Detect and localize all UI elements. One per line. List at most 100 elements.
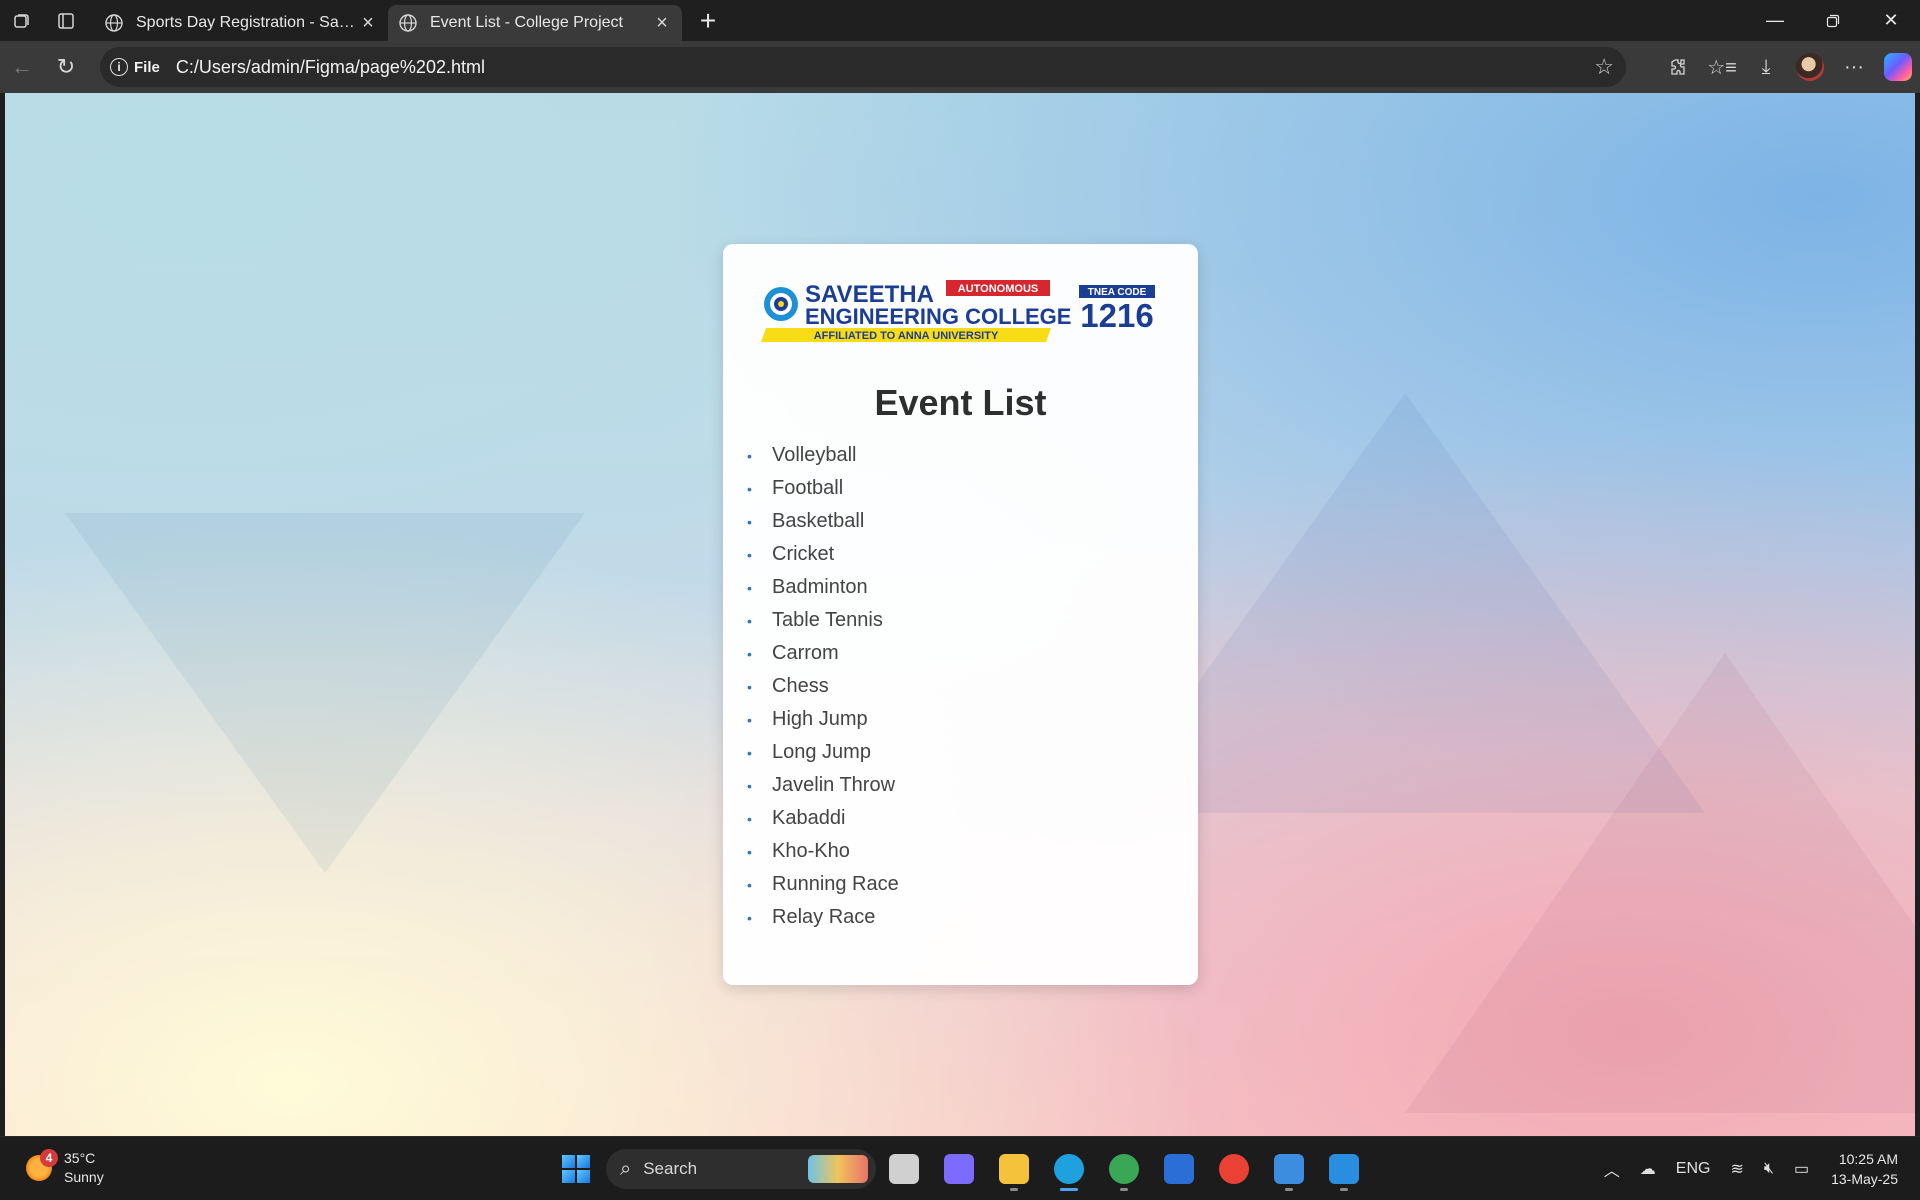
event-name: Table Tennis xyxy=(772,609,883,631)
profile-avatar[interactable] xyxy=(1788,41,1832,93)
list-item: • Chess xyxy=(747,670,899,703)
event-name: Kho-Kho xyxy=(772,840,850,862)
language-indicator[interactable]: ENG xyxy=(1676,1160,1711,1178)
copilot-icon xyxy=(943,1154,974,1184)
tab-event-list[interactable]: Event List - College Project × xyxy=(388,5,682,41)
close-icon[interactable]: × xyxy=(652,13,672,33)
more-icon[interactable]: ··· xyxy=(1832,41,1876,93)
notification-badge: 4 xyxy=(40,1149,58,1167)
taskbar-search[interactable]: ⌕ Search xyxy=(606,1149,876,1189)
download-icon[interactable]: ⤓ xyxy=(1744,41,1788,93)
weather-temperature: 35°C xyxy=(64,1150,96,1166)
favorites-icon[interactable]: ☆≡ xyxy=(1700,41,1744,93)
browser-tab-bar: Sports Day Registration - Saveetha × Eve… xyxy=(0,0,1920,41)
chevron-up-icon[interactable]: ︿ xyxy=(1604,1157,1620,1181)
search-icon: ⌕ xyxy=(620,1157,632,1180)
taskbar-app-chrome[interactable] xyxy=(1206,1145,1261,1193)
taskbar-app-photos[interactable] xyxy=(1261,1145,1316,1193)
restore-icon[interactable] xyxy=(1804,0,1862,41)
logo-tnea-code: 1216 xyxy=(1080,297,1153,334)
sun-icon: 4 xyxy=(26,1149,58,1181)
address-bar[interactable]: i File C:/Users/admin/Figma/page%202.htm… xyxy=(100,47,1626,87)
taskbar-app-microsoft-store[interactable] xyxy=(1151,1145,1206,1193)
onedrive-icon[interactable]: ☁ xyxy=(1640,1159,1656,1179)
running-indicator xyxy=(1339,1188,1348,1191)
volume-muted-icon[interactable]: 🔇︎ xyxy=(1764,1160,1774,1178)
taskbar-apps: ⌕ Search xyxy=(552,1145,1371,1193)
workspaces-icon[interactable] xyxy=(0,0,44,41)
windows-logo-icon xyxy=(562,1155,590,1183)
running-indicator xyxy=(1284,1188,1293,1191)
task-view-icon xyxy=(888,1154,919,1184)
event-name: Kabaddi xyxy=(772,807,846,829)
taskbar-app-task-view[interactable] xyxy=(876,1145,931,1193)
event-name: Relay Race xyxy=(772,906,876,928)
event-card: SAVEETHA ENGINEERING COLLEGE AUTONOMOUS … xyxy=(723,244,1198,985)
browser-toolbar: ← ↻ i File C:/Users/admin/Figma/page%202… xyxy=(0,41,1920,93)
running-indicator xyxy=(1059,1188,1078,1191)
logo-autonomous-badge: AUTONOMOUS xyxy=(958,283,1038,295)
background-shape xyxy=(65,513,585,873)
battery-icon[interactable]: ▭ xyxy=(1794,1159,1809,1179)
bullet-icon: • xyxy=(747,480,752,497)
star-icon[interactable]: ☆ xyxy=(1594,54,1614,80)
bullet-icon: • xyxy=(747,546,752,563)
event-name: Chess xyxy=(772,675,829,697)
background-shape xyxy=(1405,653,1915,1113)
start-button[interactable] xyxy=(552,1145,600,1193)
bullet-icon: • xyxy=(747,909,752,926)
bullet-icon: • xyxy=(747,678,752,695)
event-name: High Jump xyxy=(772,708,868,730)
clock[interactable]: 10:25 AM 13-May-25 xyxy=(1831,1149,1898,1189)
tab-sports-day-registration[interactable]: Sports Day Registration - Saveetha × xyxy=(94,5,388,41)
tab-actions-icon[interactable] xyxy=(44,0,88,41)
wifi-icon[interactable]: ≋ xyxy=(1730,1159,1743,1179)
new-tab-button[interactable]: + xyxy=(688,3,728,39)
windows-taskbar: 4 35°C Sunny ⌕ Search ︿ ☁ ENG ≋ 🔇︎ ▭ 10:… xyxy=(0,1136,1920,1200)
globe-icon xyxy=(399,14,417,32)
site-info-button[interactable]: i File xyxy=(110,58,160,76)
weather-condition: Sunny xyxy=(64,1169,104,1185)
taskbar-app-copilot[interactable] xyxy=(931,1145,986,1193)
taskbar-app-vscode[interactable] xyxy=(1316,1145,1371,1193)
edge-icon xyxy=(1053,1154,1084,1184)
bullet-icon: • xyxy=(747,513,752,530)
chrome-dev-icon xyxy=(1108,1154,1139,1184)
page-title: Event List xyxy=(874,382,1047,423)
list-item: • Javelin Throw xyxy=(747,769,899,802)
copilot-icon[interactable] xyxy=(1876,41,1920,93)
url-text[interactable]: C:/Users/admin/Figma/page%202.html xyxy=(176,57,485,78)
bullet-icon: • xyxy=(747,645,752,662)
list-item: • Long Jump xyxy=(747,736,899,769)
clock-time: 10:25 AM xyxy=(1838,1151,1898,1167)
weather-widget[interactable]: 4 35°C Sunny xyxy=(26,1149,104,1187)
bullet-icon: • xyxy=(747,447,752,464)
list-item: • Basketball xyxy=(747,505,899,538)
vscode-icon xyxy=(1328,1154,1359,1184)
refresh-icon[interactable]: ↻ xyxy=(44,47,88,87)
scheme-label: File xyxy=(134,58,160,76)
bullet-icon: • xyxy=(747,711,752,728)
logo-affiliation: AFFILIATED TO ANNA UNIVERSITY xyxy=(814,330,999,342)
list-item: • Cricket xyxy=(747,538,899,571)
event-name: Running Race xyxy=(772,873,899,895)
bullet-icon: • xyxy=(747,579,752,596)
list-item: • Relay Race xyxy=(747,901,899,934)
close-window-icon[interactable]: ✕ xyxy=(1862,0,1920,41)
taskbar-app-chrome-dev[interactable] xyxy=(1096,1145,1151,1193)
globe-icon xyxy=(105,14,123,32)
taskbar-app-file-explorer[interactable] xyxy=(986,1145,1041,1193)
extensions-icon[interactable] xyxy=(1656,41,1700,93)
taskbar-app-edge[interactable] xyxy=(1041,1145,1096,1193)
event-name: Javelin Throw xyxy=(772,774,896,796)
bullet-icon: • xyxy=(747,810,752,827)
system-tray: ︿ ☁ ENG ≋ 🔇︎ ▭ 10:25 AM 13-May-25 xyxy=(1594,1137,1920,1200)
close-icon[interactable]: × xyxy=(358,13,378,33)
minimize-icon[interactable]: — xyxy=(1746,0,1804,41)
avatar xyxy=(1796,53,1824,81)
tab-title: Sports Day Registration - Saveetha xyxy=(136,14,358,31)
logo-college-line2: ENGINEERING COLLEGE xyxy=(805,304,1071,329)
back-arrow-icon[interactable]: ← xyxy=(0,47,44,87)
bullet-icon: • xyxy=(747,876,752,893)
event-name: Football xyxy=(772,477,844,499)
